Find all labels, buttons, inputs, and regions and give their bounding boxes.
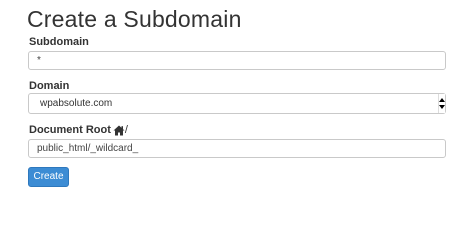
domain-select-value: wpabsolute.com xyxy=(40,98,113,109)
page-title: Create a Subdomain xyxy=(27,6,242,32)
home-icon xyxy=(113,125,125,136)
document-root-input[interactable]: public_html/_wildcard_ xyxy=(28,139,446,158)
domain-label: Domain xyxy=(29,80,69,92)
create-subdomain-page: Create a Subdomain Subdomain * Domain wp… xyxy=(0,0,474,201)
domain-label-text: Domain xyxy=(29,80,70,92)
subdomain-input[interactable]: * xyxy=(28,51,446,70)
document-root-label-text: Document Root xyxy=(29,124,111,136)
document-root-label: Document Root / xyxy=(29,124,128,136)
create-button[interactable]: Create xyxy=(28,167,69,187)
subdomain-label: Subdomain xyxy=(29,36,89,48)
subdomain-label-text: Subdomain xyxy=(29,36,89,48)
dropdown-arrow-icon[interactable] xyxy=(438,94,445,113)
domain-select[interactable]: wpabsolute.com xyxy=(28,93,446,114)
document-root-suffix: / xyxy=(124,124,128,136)
